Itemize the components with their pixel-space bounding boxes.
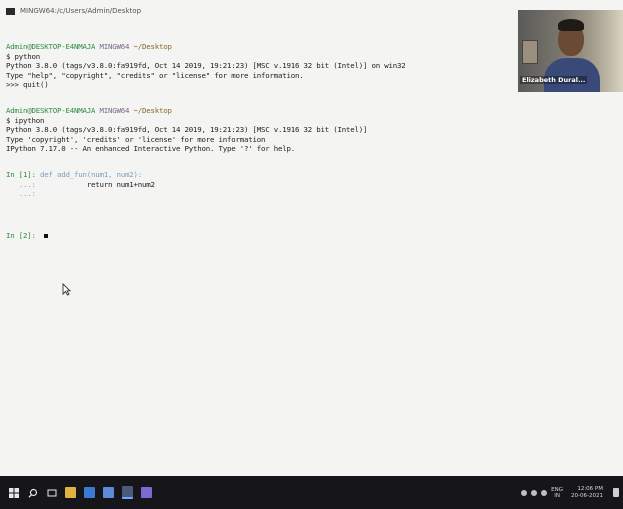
ipython-code-line: ...: return num1+num2	[6, 180, 506, 190]
clock[interactable]: 12:06 PM 20-06-2021	[571, 486, 603, 500]
chat-icon[interactable]	[141, 487, 152, 498]
notification-icon[interactable]	[613, 488, 619, 497]
output-line: Type 'copyright', 'credits' or 'license'…	[6, 134, 266, 144]
wall-frame	[522, 40, 538, 64]
clock-date: 20-06-2021	[571, 492, 603, 499]
prompt-shell: MINGW64	[99, 42, 130, 51]
prompt-user: Admin@DESKTOP-E4NMAJA	[6, 42, 96, 51]
search-icon[interactable]	[27, 487, 38, 498]
output-line: Type "help", "copyright", "credits" or "…	[6, 70, 304, 80]
text-cursor	[43, 233, 48, 238]
volume-icon[interactable]	[531, 489, 538, 496]
code-line: return num1+num2	[69, 179, 155, 189]
presenter-name: Elizabeth Dural...	[520, 76, 588, 84]
output-line: IPython 7.17.0 -- An enhanced Interactiv…	[6, 144, 295, 154]
prompt-user: Admin@DESKTOP-E4NMAJA	[6, 105, 96, 115]
terminal-icon[interactable]	[122, 486, 133, 499]
in-prompt: In [2]:	[6, 230, 36, 240]
mouse-pointer-icon	[62, 283, 71, 296]
ipython-continuation-line: ...:	[6, 189, 506, 199]
mail-icon[interactable]	[84, 487, 95, 498]
windows-start-icon[interactable]	[8, 487, 19, 498]
prompt-line: Admin@DESKTOP-E4NMAJA MINGW64 ~/Desktop	[6, 106, 506, 116]
battery-icon[interactable]	[541, 489, 548, 496]
continuation-prompt: ...:	[6, 179, 36, 189]
taskbar: ENG IN 12:06 PM 20-06-2021	[0, 476, 623, 509]
task-view-icon[interactable]	[46, 487, 57, 498]
language-indicator[interactable]: ENG IN	[551, 487, 563, 499]
output-line: Python 3.8.0 (tags/v3.8.0:fa919fd, Oct 1…	[6, 61, 406, 71]
in-prompt: In [1]:	[6, 169, 36, 179]
webcam-overlay: Elizabeth Dural...	[518, 10, 623, 92]
ipython-input-line[interactable]: In [2]:	[6, 231, 506, 241]
network-icon[interactable]	[521, 489, 528, 496]
window-title: MINGW64:/c/Users/Admin/Desktop	[20, 7, 142, 15]
prompt-path: ~/Desktop	[133, 105, 172, 115]
store-icon[interactable]	[103, 487, 114, 498]
prompt-path: ~/Desktop	[133, 42, 172, 51]
presenter-body	[544, 58, 600, 92]
file-explorer-icon[interactable]	[65, 487, 76, 498]
prompt-line: Admin@DESKTOP-E4NMAJA MINGW64 ~/Desktop	[6, 42, 506, 52]
continuation-prompt: ...:	[6, 189, 36, 199]
command-line: $ ipython	[6, 115, 45, 125]
command-line: $ python	[6, 51, 40, 61]
clock-time: 12:06 PM	[577, 485, 603, 492]
system-tray: ENG IN 12:06 PM 20-06-2021	[521, 486, 619, 500]
terminal-icon	[6, 7, 15, 15]
code-line: def add_fun(num1, num2):	[40, 169, 142, 179]
ipython-input-line: In [1]: def add_fun(num1, num2):	[6, 170, 506, 180]
prompt-shell: MINGW64	[99, 105, 130, 115]
terminal-output[interactable]: Admin@DESKTOP-E4NMAJA MINGW64 ~/Desktop …	[6, 42, 506, 302]
repl-command-line: >>> quit()	[6, 80, 49, 90]
output-line: Python 3.8.0 (tags/v3.8.0:fa919fd, Oct 1…	[6, 125, 368, 135]
